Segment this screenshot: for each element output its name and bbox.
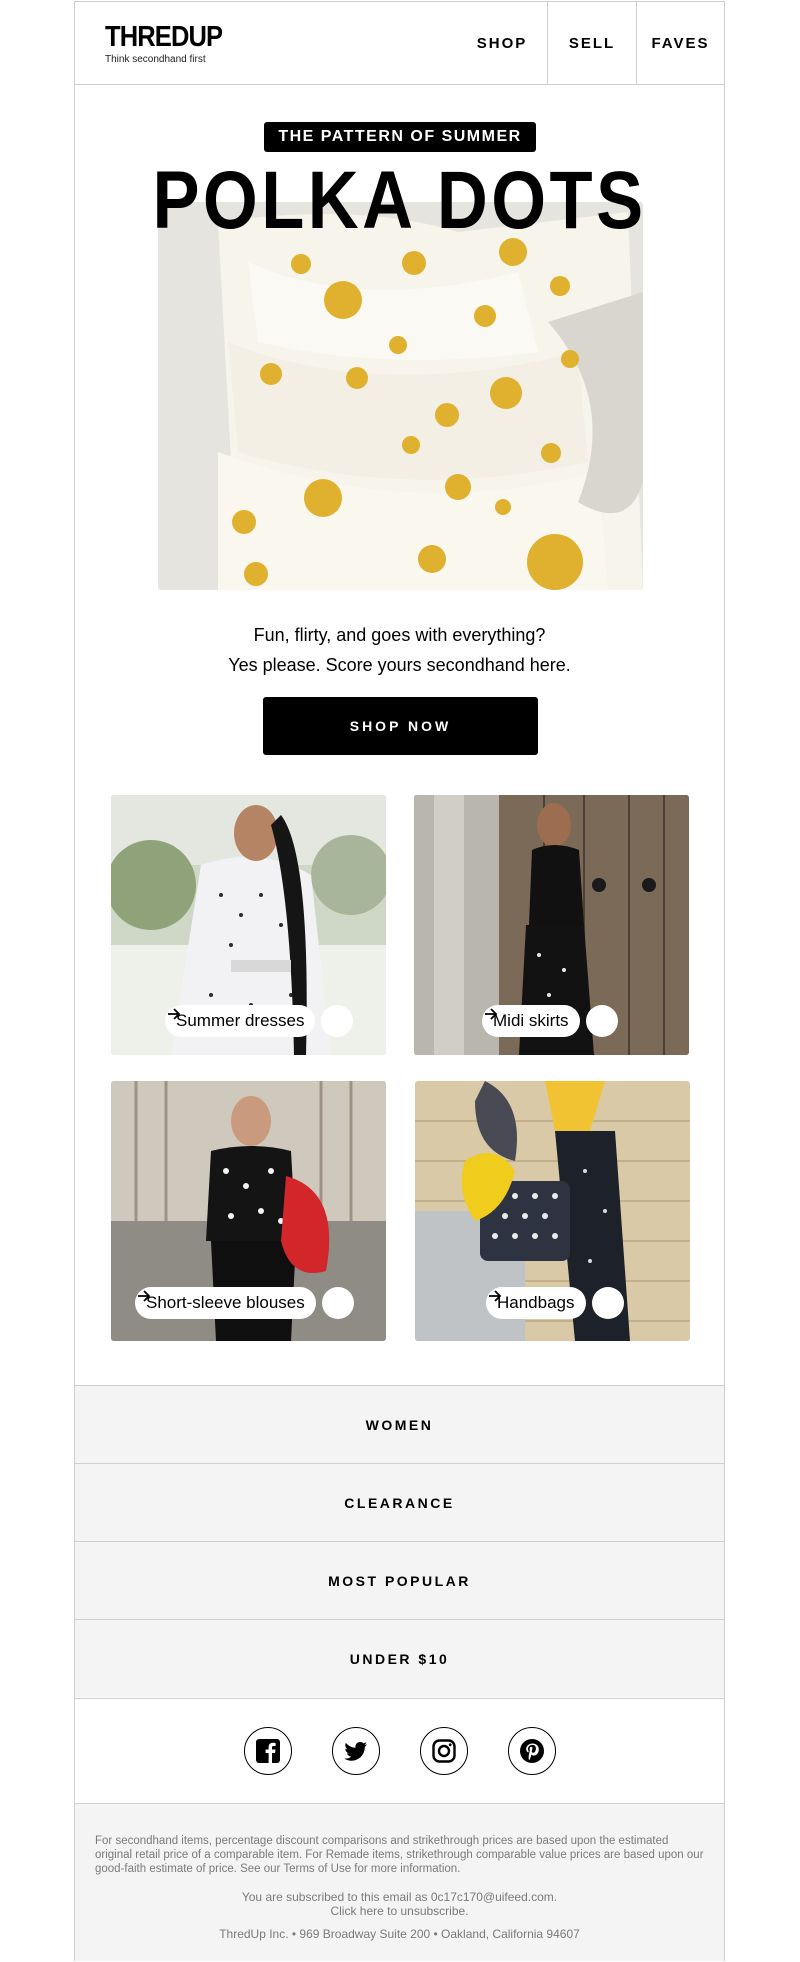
tile-cta-short-sleeve-blouses[interactable]: Short-sleeve blouses xyxy=(135,1287,354,1319)
tile-cta-handbags[interactable]: Handbags xyxy=(486,1287,624,1319)
tile-midi-skirts[interactable]: Midi skirts xyxy=(414,795,689,1055)
logo-tagline: Think secondhand first xyxy=(105,54,206,65)
tile-cta-midi-skirts[interactable]: Midi skirts xyxy=(482,1005,618,1037)
shop-now-button[interactable]: SHOP NOW xyxy=(263,697,538,755)
eyebrow-badge: THE PATTERN OF SUMMER xyxy=(264,122,536,152)
nav-shop[interactable]: SHOP xyxy=(457,2,547,85)
nav-sell[interactable]: SELL xyxy=(547,2,636,85)
logo-wordmark: THREDUP xyxy=(105,21,223,53)
top-nav: SHOP SELL FAVES xyxy=(457,2,724,85)
tile-summer-dresses[interactable]: Summer dresses xyxy=(111,795,386,1055)
social-links xyxy=(75,1698,724,1803)
pinterest-icon[interactable] xyxy=(507,1727,556,1775)
instagram-icon[interactable] xyxy=(419,1727,468,1775)
legal-disclaimer: For secondhand items, percentage discoun… xyxy=(95,1835,704,1875)
subscription-notice: You are subscribed to this email as 0c17… xyxy=(241,1890,558,1904)
arrow-right-icon xyxy=(168,1005,354,1037)
category-women[interactable]: WOMEN xyxy=(75,1385,724,1463)
company-address: ThredUp Inc. • 969 Broadway Suite 200 • … xyxy=(219,1927,580,1941)
arrow-right-icon xyxy=(485,1005,618,1037)
hero-image[interactable] xyxy=(158,202,643,590)
nav-faves[interactable]: FAVES xyxy=(636,2,724,85)
twitter-icon[interactable] xyxy=(331,1727,380,1775)
header: THREDUP Think secondhand first SHOP SELL… xyxy=(75,2,724,85)
tile-label: Short-sleeve blouses xyxy=(135,1287,316,1319)
email-container: THREDUP Think secondhand first SHOP SELL… xyxy=(74,1,725,1961)
hero-subtitle-line2: Yes please. Score yours secondhand here. xyxy=(228,655,571,675)
hero-subtitle-line1: Fun, flirty, and goes with everything? xyxy=(253,625,546,645)
logo[interactable]: THREDUP Think secondhand first xyxy=(105,22,238,65)
footer: For secondhand items, percentage discoun… xyxy=(75,1803,724,1961)
hero-subtitle: Fun, flirty, and goes with everything? Y… xyxy=(75,620,724,680)
arrow-right-icon xyxy=(489,1287,624,1319)
tile-handbags[interactable]: Handbags xyxy=(415,1081,690,1341)
tile-cta-summer-dresses[interactable]: Summer dresses xyxy=(165,1005,354,1037)
hero-title: POLKA DOTS xyxy=(152,155,647,246)
tile-short-sleeve-blouses[interactable]: Short-sleeve blouses xyxy=(111,1081,386,1341)
category-clearance[interactable]: CLEARANCE xyxy=(75,1463,724,1541)
unsubscribe-link[interactable]: Click here to unsubscribe. xyxy=(75,1904,724,1918)
arrow-right-icon xyxy=(138,1287,354,1319)
tile-label: Summer dresses xyxy=(165,1005,316,1037)
category-most-popular[interactable]: MOST POPULAR xyxy=(75,1541,724,1619)
facebook-icon[interactable] xyxy=(243,1727,292,1775)
category-under-10[interactable]: UNDER $10 xyxy=(75,1619,724,1697)
